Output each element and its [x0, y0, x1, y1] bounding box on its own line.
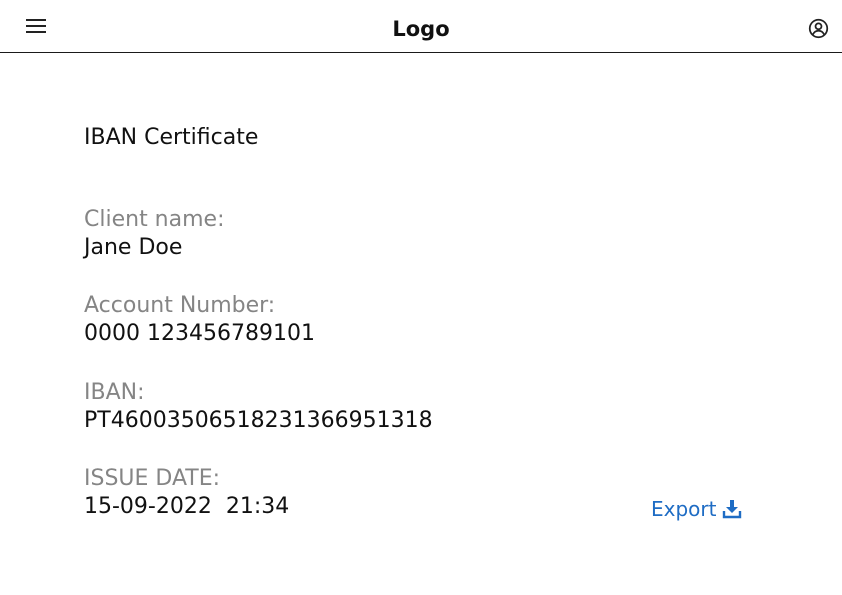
- account-number-field: Account Number: 0000 123456789101: [84, 292, 315, 348]
- iban-field: IBAN: PT46003506518231366951318: [84, 379, 433, 435]
- issue-date-label: ISSUE DATE:: [84, 466, 221, 491]
- app-logo[interactable]: Logo: [0, 14, 842, 44]
- user-circle-icon: [808, 18, 828, 38]
- client-name-value: Jane Doe: [84, 235, 183, 260]
- account-button[interactable]: [806, 16, 830, 40]
- export-label: Export: [651, 497, 717, 521]
- client-name-label: Client name:: [84, 207, 225, 232]
- page-title: IBAN Certificate: [84, 125, 259, 150]
- account-number-value: 0000 123456789101: [84, 321, 315, 346]
- issue-date-value: 15-09-2022 21:34: [84, 494, 290, 519]
- download-icon: [723, 500, 742, 519]
- client-name-field: Client name: Jane Doe: [84, 206, 225, 262]
- iban-value: PT46003506518231366951318: [84, 408, 433, 433]
- account-number-label: Account Number:: [84, 293, 276, 318]
- issue-date-field: ISSUE DATE: 15-09-2022 21:34: [84, 465, 289, 521]
- page: Logo IBAN Certificate Client name: Jane …: [0, 0, 842, 595]
- iban-label: IBAN:: [84, 380, 145, 405]
- export-button[interactable]: Export: [651, 496, 742, 522]
- top-app-bar: Logo: [0, 0, 842, 53]
